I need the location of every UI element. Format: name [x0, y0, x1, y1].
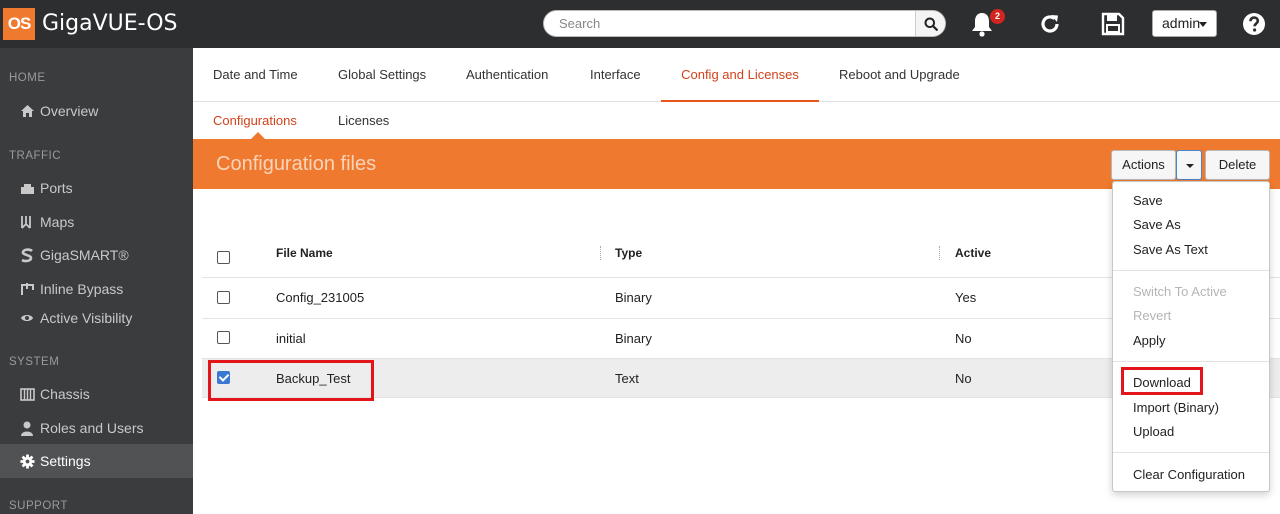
subtab-licenses[interactable]: Licenses: [338, 102, 389, 139]
menu-item-import-binary[interactable]: Import (Binary): [1133, 400, 1219, 415]
sidebar-item-gigasmart[interactable]: GigaSMART®: [0, 238, 193, 272]
column-separator[interactable]: [600, 246, 601, 260]
sidebar-item-label: GigaSMART®: [40, 247, 129, 263]
page-title: Configuration files: [216, 153, 377, 175]
refresh-icon: [1041, 15, 1059, 33]
sidebar-section-home: HOME: [9, 72, 46, 84]
chevron-down-icon: [1186, 164, 1194, 168]
search-box: [543, 10, 946, 37]
menu-item-switch-to-active: Switch To Active: [1133, 284, 1227, 299]
type-cell: Binary: [615, 290, 652, 305]
save-button[interactable]: [1098, 8, 1128, 40]
file-name-cell: initial: [276, 331, 306, 346]
app-title[interactable]: GigaVUE-OS: [42, 11, 178, 36]
menu-item-save[interactable]: Save: [1133, 193, 1163, 208]
sidebar-item-label: Chassis: [40, 386, 90, 402]
sidebar-section-system: SYSTEM: [9, 356, 60, 368]
sidebar-item-active-visibility[interactable]: Active Visibility: [0, 301, 193, 335]
ports-icon: [18, 179, 36, 197]
row-checkbox[interactable]: [217, 331, 230, 344]
sidebar-item-roles-and-users[interactable]: Roles and Users: [0, 411, 193, 445]
column-separator[interactable]: [939, 246, 940, 260]
actions-dropdown-toggle[interactable]: [1176, 150, 1202, 180]
sidebar-section-traffic: TRAFFIC: [9, 150, 62, 162]
gear-icon: [18, 452, 36, 470]
notification-badge: 2: [990, 9, 1005, 24]
floppy-disk-icon: [1101, 12, 1125, 36]
type-cell: Text: [615, 371, 639, 386]
select-all-checkbox[interactable]: [217, 251, 230, 264]
chevron-down-icon: [1199, 22, 1207, 27]
selection-highlight-box: [208, 360, 374, 401]
maps-icon: [18, 213, 36, 231]
sidebar-item-settings[interactable]: Settings: [0, 444, 193, 478]
sidebar-item-label: Inline Bypass: [40, 281, 124, 297]
chassis-icon: [18, 385, 36, 403]
refresh-button[interactable]: [1035, 8, 1065, 40]
sidebar-item-chassis[interactable]: Chassis: [0, 377, 193, 411]
menu-item-apply[interactable]: Apply: [1133, 333, 1166, 348]
sidebar: HOME Overview TRAFFIC Ports Maps GigaSMA…: [0, 48, 193, 514]
search-button[interactable]: [915, 11, 945, 36]
active-cell: No: [955, 331, 972, 346]
tab-reboot-and-upgrade[interactable]: Reboot and Upgrade: [839, 48, 960, 102]
menu-divider: [1113, 361, 1269, 362]
delete-button[interactable]: Delete: [1205, 150, 1270, 180]
user-menu-button[interactable]: admin: [1152, 10, 1217, 37]
sidebar-item-label: Active Visibility: [40, 310, 133, 326]
column-header-active[interactable]: Active: [955, 246, 991, 260]
column-header-file-name[interactable]: File Name: [276, 246, 333, 260]
tab-global-settings[interactable]: Global Settings: [338, 48, 426, 102]
actions-button[interactable]: Actions: [1111, 150, 1176, 180]
app-logo[interactable]: OS: [3, 8, 35, 40]
sidebar-item-ports[interactable]: Ports: [0, 171, 193, 205]
menu-item-upload[interactable]: Upload: [1133, 424, 1174, 439]
menu-divider: [1113, 270, 1269, 271]
sub-tabs: Configurations Licenses: [193, 102, 1280, 139]
menu-item-revert: Revert: [1133, 308, 1172, 323]
active-cell: No: [955, 371, 972, 386]
home-icon: [18, 102, 36, 120]
menu-item-save-as[interactable]: Save As: [1133, 217, 1181, 232]
help-button[interactable]: [1240, 8, 1268, 40]
subtab-indicator: [250, 132, 266, 140]
row-checkbox[interactable]: [217, 291, 230, 304]
column-header-type[interactable]: Type: [615, 246, 642, 260]
download-highlight-box: [1121, 367, 1203, 395]
tab-authentication[interactable]: Authentication: [466, 48, 548, 102]
top-bar: OS GigaVUE-OS 2 admin: [0, 0, 1280, 48]
sidebar-item-label: Overview: [40, 103, 99, 119]
inline-bypass-icon: [18, 280, 36, 298]
help-icon: [1243, 13, 1265, 35]
search-input[interactable]: [544, 11, 916, 36]
type-cell: Binary: [615, 331, 652, 346]
file-name-cell: Config_231005: [276, 290, 365, 305]
sidebar-section-support: SUPPORT: [9, 500, 68, 512]
search-icon: [924, 17, 938, 31]
sidebar-item-label: Settings: [40, 453, 91, 469]
gigasmart-icon: [18, 246, 36, 264]
sidebar-item-label: Roles and Users: [40, 420, 144, 436]
tab-date-and-time[interactable]: Date and Time: [213, 48, 298, 102]
user-name: admin: [1162, 15, 1201, 31]
sidebar-item-overview[interactable]: Overview: [0, 94, 193, 128]
actions-menu: Save Save As Save As Text Switch To Acti…: [1112, 181, 1270, 492]
settings-tabs: Date and Time Global Settings Authentica…: [193, 48, 1280, 103]
menu-divider: [1113, 452, 1269, 453]
tab-interface[interactable]: Interface: [590, 48, 641, 102]
sidebar-item-maps[interactable]: Maps: [0, 205, 193, 239]
active-cell: Yes: [955, 290, 977, 305]
user-icon: [18, 419, 36, 437]
sidebar-item-label: Maps: [40, 214, 75, 230]
sidebar-item-label: Ports: [40, 180, 73, 196]
menu-item-clear-configuration[interactable]: Clear Configuration: [1133, 467, 1245, 482]
tab-config-and-licenses[interactable]: Config and Licenses: [661, 48, 819, 103]
menu-item-save-as-text[interactable]: Save As Text: [1133, 242, 1208, 257]
eye-icon: [18, 309, 36, 327]
